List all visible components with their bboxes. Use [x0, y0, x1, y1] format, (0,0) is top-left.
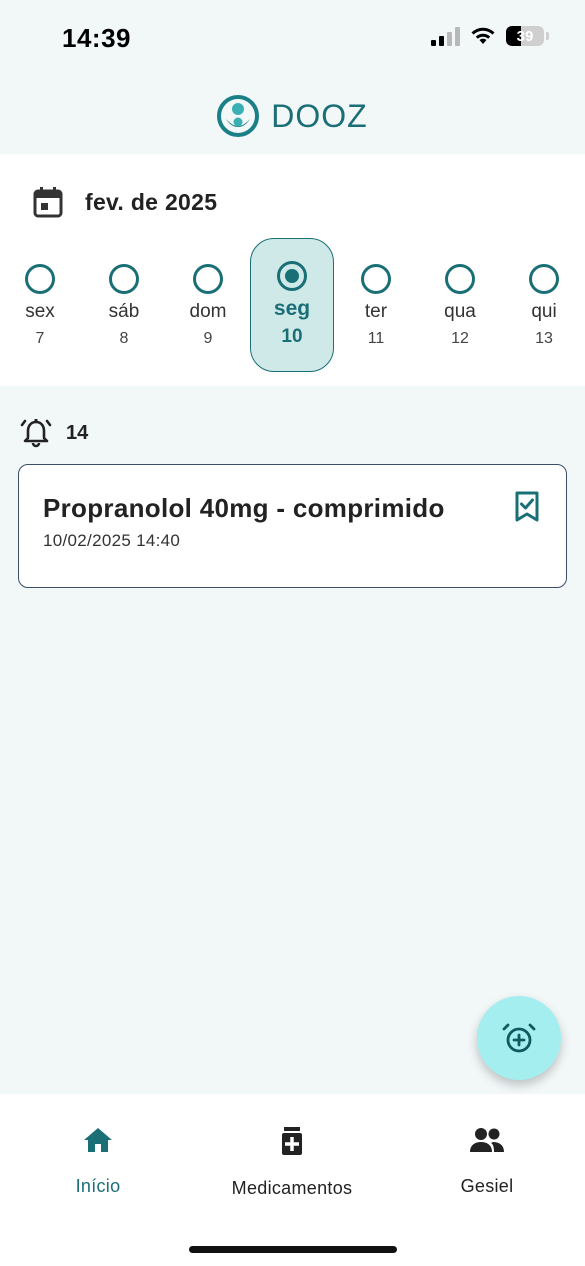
month-selector[interactable]: fev. de 2025: [33, 186, 217, 218]
day-radio: [193, 264, 223, 294]
day-name: ter: [364, 301, 388, 322]
battery-icon: 39: [506, 26, 544, 46]
calendar-icon: [33, 187, 63, 218]
home-indicator: [189, 1246, 397, 1253]
day-name: qua: [444, 301, 476, 322]
day-radio-selected: [277, 261, 307, 291]
bottom-nav: Início Medicamentos Gesiel: [0, 1094, 585, 1266]
day-radio: [445, 264, 475, 294]
medication-card[interactable]: Propranolol 40mg - comprimido 10/02/2025…: [18, 464, 567, 588]
day-seg-selected[interactable]: seg 10: [250, 238, 334, 372]
status-icons: 39: [431, 26, 549, 46]
battery-level: 39: [516, 27, 534, 45]
wifi-icon: [471, 27, 495, 44]
day-radio: [109, 264, 139, 294]
day-number: 11: [367, 330, 385, 347]
day-name: dom: [189, 301, 227, 322]
day-dom[interactable]: dom 9: [166, 238, 250, 372]
day-sab[interactable]: sáb 8: [82, 238, 166, 372]
calendar-strip: fev. de 2025 sex 7 sáb 8 dom 9 seg 10 te…: [0, 154, 585, 386]
day-number: 13: [535, 330, 553, 347]
day-name: sex: [25, 301, 55, 322]
medication-name: Propranolol 40mg - comprimido: [43, 493, 445, 523]
day-qui[interactable]: qui 13: [502, 238, 585, 372]
people-icon: [470, 1128, 504, 1152]
nav-label: Medicamentos: [231, 1178, 353, 1198]
cellular-signal-icon: [431, 26, 460, 46]
status-time: 14:39: [62, 23, 131, 53]
day-qua[interactable]: qua 12: [418, 238, 502, 372]
day-number: 10: [281, 326, 303, 347]
alarm-add-icon: [502, 1023, 536, 1053]
dooz-logo-icon: [217, 95, 260, 137]
battery-nub: [546, 32, 549, 40]
day-number: 9: [203, 330, 213, 347]
bookmark-check-icon[interactable]: [514, 491, 540, 523]
home-icon: [84, 1128, 112, 1152]
nav-item-inicio[interactable]: Início: [8, 1126, 188, 1197]
alarm-bell-icon: [20, 419, 52, 448]
medication-icon: [282, 1127, 302, 1155]
month-label: fev. de 2025: [85, 188, 218, 215]
status-bar: 14:39 39: [0, 0, 585, 78]
nav-item-medicamentos[interactable]: Medicamentos: [202, 1126, 382, 1199]
day-radio: [361, 264, 391, 294]
app-title: DOOZ: [271, 97, 368, 134]
day-radio: [529, 264, 559, 294]
day-name: qui: [531, 301, 557, 322]
nav-label: Gesiel: [460, 1176, 514, 1196]
day-number: 12: [451, 330, 469, 347]
day-radio: [25, 264, 55, 294]
day-name: sáb: [108, 301, 140, 322]
add-alarm-button[interactable]: [477, 996, 561, 1080]
schedule-hour: 14: [66, 421, 89, 444]
app-header: DOOZ: [0, 78, 585, 154]
nav-label: Início: [75, 1176, 121, 1196]
day-number: 8: [119, 330, 129, 347]
medication-datetime: 10/02/2025 14:40: [43, 531, 181, 550]
day-number: 7: [35, 330, 45, 347]
schedule-hour-group: 14: [20, 418, 88, 448]
day-ter[interactable]: ter 11: [334, 238, 418, 372]
nav-item-gesiel[interactable]: Gesiel: [397, 1126, 577, 1197]
day-name: seg: [273, 297, 311, 320]
day-sex[interactable]: sex 7: [0, 238, 82, 372]
